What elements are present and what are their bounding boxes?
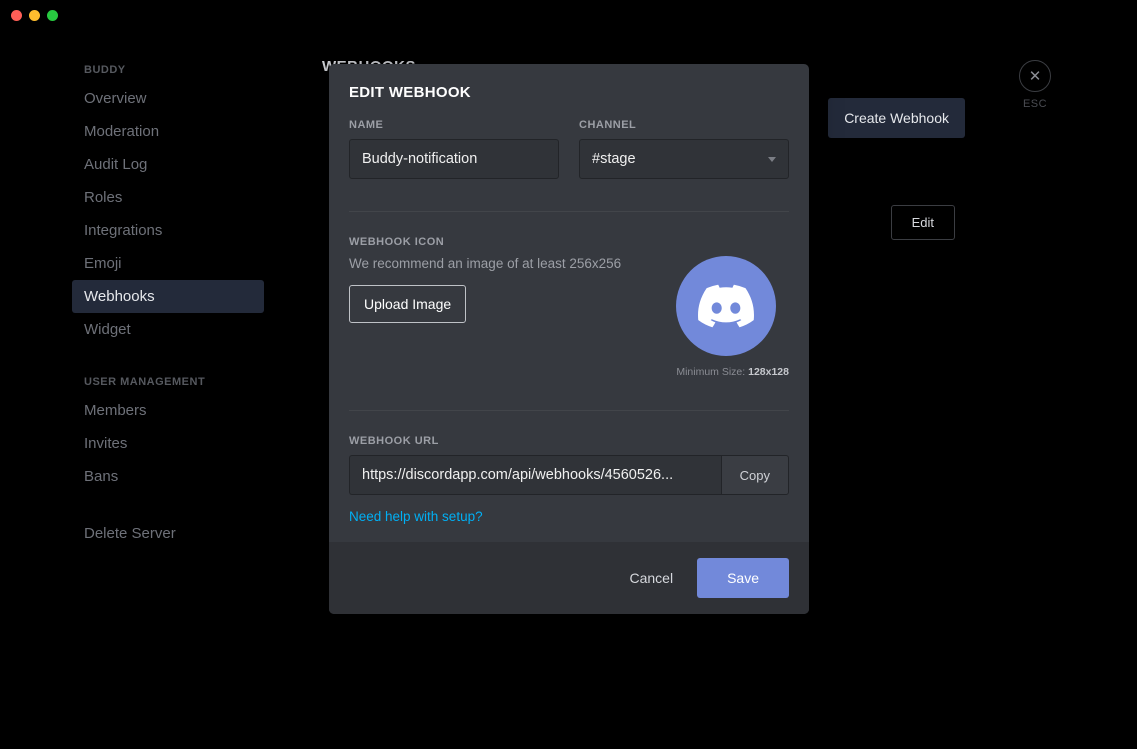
minimum-size-label: Minimum Size: 128x128 <box>676 366 789 378</box>
sidebar-item-webhooks[interactable]: Webhooks <box>72 280 264 313</box>
settings-sidebar: BUDDY Overview Moderation Audit Log Role… <box>72 58 264 550</box>
modal-title: EDIT WEBHOOK <box>349 84 789 101</box>
chevron-down-icon <box>768 157 776 162</box>
webhook-avatar[interactable] <box>676 256 776 356</box>
sidebar-item-emoji[interactable]: Emoji <box>72 247 264 280</box>
maximize-window-icon[interactable] <box>47 10 58 21</box>
icon-size-hint: We recommend an image of at least 256x25… <box>349 256 621 271</box>
sidebar-item-delete-server[interactable]: Delete Server <box>72 517 264 550</box>
esc-label: ESC <box>1019 98 1051 110</box>
window-controls <box>11 10 58 21</box>
save-button[interactable]: Save <box>697 558 789 598</box>
close-window-icon[interactable] <box>11 10 22 21</box>
upload-image-button[interactable]: Upload Image <box>349 285 466 323</box>
edit-webhook-button[interactable]: Edit <box>891 205 955 240</box>
webhook-icon-label: WEBHOOK ICON <box>349 236 789 248</box>
webhook-url-input[interactable] <box>349 455 721 495</box>
sidebar-item-overview[interactable]: Overview <box>72 82 264 115</box>
help-link[interactable]: Need help with setup? <box>349 509 483 524</box>
sidebar-item-members[interactable]: Members <box>72 394 264 427</box>
sidebar-item-bans[interactable]: Bans <box>72 460 264 493</box>
sidebar-item-roles[interactable]: Roles <box>72 181 264 214</box>
sidebar-item-integrations[interactable]: Integrations <box>72 214 264 247</box>
sidebar-item-widget[interactable]: Widget <box>72 313 264 346</box>
sidebar-item-invites[interactable]: Invites <box>72 427 264 460</box>
close-settings-button[interactable]: ✕ <box>1019 60 1051 92</box>
sidebar-item-audit-log[interactable]: Audit Log <box>72 148 264 181</box>
divider <box>349 410 789 411</box>
edit-webhook-modal: EDIT WEBHOOK NAME CHANNEL #stage WEBHOOK… <box>329 64 809 614</box>
discord-logo-icon <box>698 278 754 334</box>
sidebar-item-moderation[interactable]: Moderation <box>72 115 264 148</box>
name-label: NAME <box>349 119 559 131</box>
divider <box>349 211 789 212</box>
close-icon: ✕ <box>1029 69 1042 84</box>
sidebar-section-user-mgmt: USER MANAGEMENT <box>72 370 264 394</box>
channel-select[interactable]: #stage <box>579 139 789 179</box>
cancel-button[interactable]: Cancel <box>629 570 673 586</box>
copy-url-button[interactable]: Copy <box>721 455 789 495</box>
modal-footer: Cancel Save <box>329 542 809 614</box>
channel-label: CHANNEL <box>579 119 789 131</box>
sidebar-section-server: BUDDY <box>72 58 264 82</box>
create-webhook-button[interactable]: Create Webhook <box>828 98 965 138</box>
webhook-url-label: WEBHOOK URL <box>349 435 789 447</box>
close-settings: ✕ ESC <box>1019 60 1051 110</box>
minimize-window-icon[interactable] <box>29 10 40 21</box>
webhook-name-input[interactable] <box>349 139 559 179</box>
channel-select-value: #stage <box>592 151 636 167</box>
